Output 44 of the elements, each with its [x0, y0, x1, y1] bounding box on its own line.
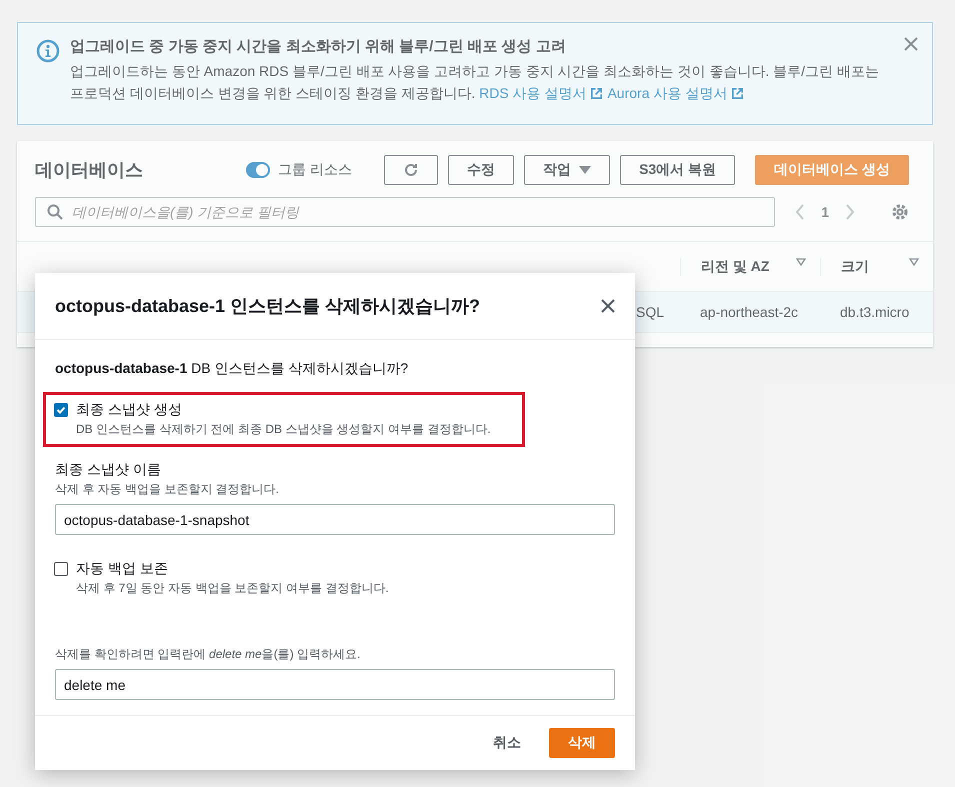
page-number[interactable]: 1 [821, 204, 829, 220]
confirm-field[interactable]: delete me [55, 669, 615, 700]
close-button[interactable] [904, 37, 918, 51]
panel-title: 데이터베이스 [35, 159, 144, 182]
close-icon[interactable] [601, 299, 615, 313]
alert-title: 업그레이드 중 가동 중지 시간을 최소화하기 위해 블루/그린 배포 생성 고려 [70, 37, 567, 56]
next-page-icon[interactable] [845, 204, 855, 220]
toggle-label: 그룹 리소스 [278, 161, 352, 179]
column-header: 리전 및 AZ [701, 258, 770, 276]
sort-icon[interactable] [796, 258, 806, 266]
checkbox[interactable] [54, 403, 68, 417]
toolbar-button[interactable]: S3에서 복원 [620, 155, 736, 185]
confirm-prompt: 삭제를 확인하려면 입력란에 delete me을(를) 입력하세요. [55, 646, 362, 663]
toolbar-button[interactable]: 수정 [448, 155, 514, 185]
field-label: 최종 스냅샷 이름 [55, 461, 162, 479]
cancel-button[interactable]: 취소 [477, 728, 537, 758]
delete-button[interactable]: 삭제 [549, 728, 615, 758]
checkbox-label: 최종 스냅샷 생성 [76, 401, 183, 419]
table-cell-text: SQL [636, 304, 666, 320]
external-link-icon [731, 87, 744, 100]
actions-dropdown[interactable]: 작업 [524, 155, 610, 185]
dialog-question: octopus-database-1 DB 인스턴스를 삭제하시겠습니까? [55, 360, 408, 376]
checkbox-description: 삭제 후 7일 동안 자동 백업을 보존할지 여부를 결정합니다. [76, 580, 389, 597]
checkbox[interactable] [54, 562, 68, 576]
external-link-icon [590, 87, 604, 100]
dialog-title: octopus-database-1 인스턴스를 삭제하시겠습니까? [55, 295, 480, 318]
field-description: 삭제 후 자동 백업을 보존할지 결정합니다. [55, 481, 280, 498]
refresh-button[interactable] [384, 155, 438, 185]
info-icon [36, 39, 60, 63]
previous-page-icon[interactable] [795, 204, 806, 220]
alert-text: 업그레이드하는 동안 Amazon RDS 블루/그린 배포 사용을 고려하고 가동 중지 시간을 최소화하는 것이 좋습니다. 블루/그린 배포는 프로덕션 데이터베이스 변경을 위한 스테이징 환경을 제공합니다. RDS 사용 설명서 Aurora 사용 설명서 [70, 62, 880, 103]
close-icon [904, 37, 918, 51]
checkbox-label: 자동 백업 보존 [76, 560, 169, 578]
refresh-icon [403, 162, 420, 178]
checkbox-description: DB 인스턴스를 삭제하기 전에 최종 DB 스냅샷을 생성할지 여부를 결정합니다. [76, 421, 491, 438]
settings-icon[interactable] [891, 203, 909, 221]
column-header: 크기 [841, 258, 869, 276]
snapshot-name-field[interactable]: octopus-database-1-snapshot [55, 504, 615, 535]
filter-field[interactable]: 데이터베이스을(를) 기준으로 필터링 [35, 197, 776, 227]
toggle-switch[interactable] [246, 162, 270, 178]
table-cell-text: ap-northeast-2c [699, 304, 800, 320]
sort-icon[interactable] [909, 258, 919, 266]
caret-icon [579, 166, 592, 174]
table-cell-text: db.t3.micro [839, 304, 910, 320]
